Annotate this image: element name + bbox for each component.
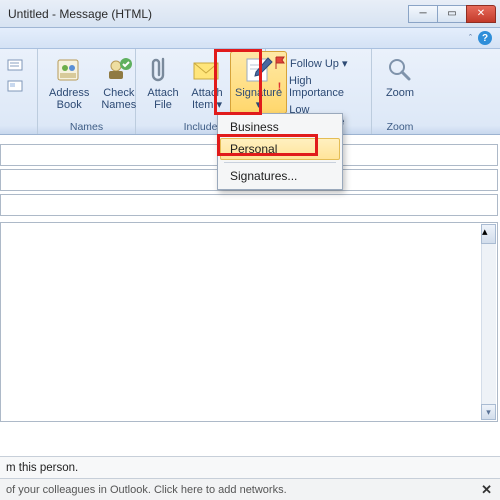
check-names-label: Check Names: [101, 87, 136, 111]
people-pane-text: m this person.: [6, 462, 78, 474]
signature-menu-business[interactable]: Business: [220, 116, 340, 138]
follow-up-button[interactable]: Follow Up ▾: [272, 55, 365, 71]
flag-icon: [274, 56, 286, 70]
zoom-label: Zoom: [386, 87, 414, 99]
high-importance-button[interactable]: ! High Importance: [272, 74, 365, 100]
social-connector-bar[interactable]: of your colleagues in Outlook. Click her…: [0, 478, 500, 500]
minimize-button[interactable]: ─: [408, 5, 438, 23]
close-icon[interactable]: ✕: [481, 482, 492, 498]
scrollbar-up[interactable]: ▴: [481, 224, 496, 244]
signature-menu-personal[interactable]: Personal: [220, 138, 340, 160]
message-body[interactable]: ▴ ▾: [0, 222, 498, 422]
title-bar: Untitled - Message (HTML) ─ ▭ ✕: [0, 0, 500, 28]
scrollbar-down[interactable]: ▾: [481, 404, 496, 420]
subject-field[interactable]: [0, 194, 498, 216]
ribbon-collapse-icon[interactable]: ˆ: [469, 33, 472, 43]
attach-file-button[interactable]: Attach File: [142, 51, 184, 114]
names-group: Address Book Check Names Names: [38, 49, 136, 134]
magnifier-icon: [384, 54, 416, 86]
close-button[interactable]: ✕: [466, 5, 496, 23]
window-title: Untitled - Message (HTML): [8, 7, 409, 21]
check-names-icon: [103, 54, 135, 86]
check-names-button[interactable]: Check Names: [96, 51, 141, 114]
window-controls: ─ ▭ ✕: [409, 5, 496, 23]
ribbon-header-row: ˆ ?: [0, 28, 500, 49]
address-book-icon: [53, 54, 85, 86]
address-book-label: Address Book: [49, 87, 89, 111]
follow-up-label: Follow Up ▾: [290, 57, 347, 70]
help-icon[interactable]: ?: [478, 31, 492, 45]
exclamation-icon: !: [274, 81, 285, 93]
zoom-button[interactable]: Zoom: [378, 51, 422, 102]
signature-menu: Business Personal Signatures...: [217, 113, 343, 190]
small-ribbon-icon-2[interactable]: [6, 76, 26, 96]
high-importance-label: High Importance: [289, 75, 363, 99]
paperclip-icon: [147, 54, 179, 86]
menu-separator: [224, 162, 336, 163]
small-ribbon-icon[interactable]: [6, 55, 26, 75]
attach-item-label: Attach Item ▾: [191, 87, 222, 111]
social-connector-text: of your colleagues in Outlook. Click her…: [6, 484, 287, 496]
names-group-label: Names: [38, 121, 135, 133]
people-pane-header: m this person.: [0, 456, 500, 478]
scrollbar-track[interactable]: [481, 224, 496, 420]
signature-menu-signatures[interactable]: Signatures...: [220, 165, 340, 187]
attach-item-button[interactable]: Attach Item ▾: [186, 51, 228, 114]
maximize-button[interactable]: ▭: [437, 5, 467, 23]
clipboard-group-partial: [0, 49, 38, 134]
address-book-button[interactable]: Address Book: [44, 51, 94, 114]
zoom-group: Zoom Zoom: [372, 49, 428, 134]
envelope-icon: [191, 54, 223, 86]
attach-file-label: Attach File: [147, 87, 178, 111]
zoom-group-label: Zoom: [372, 121, 428, 133]
